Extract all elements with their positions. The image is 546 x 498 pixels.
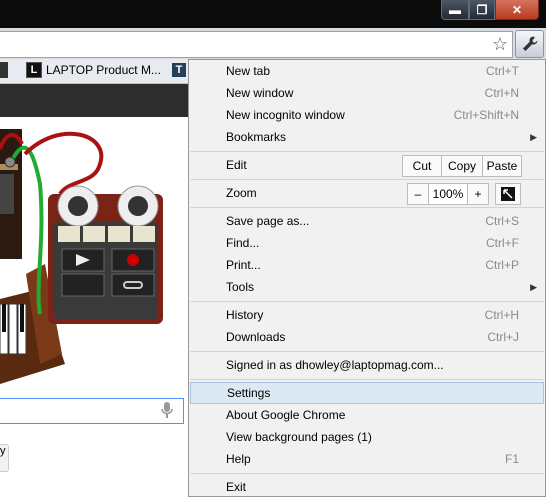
copy-button[interactable]: Copy: [441, 156, 482, 176]
window-titlebar: ▬ ❐ ✕: [0, 0, 546, 28]
laptop-favicon-icon: L: [26, 62, 42, 78]
menu-item-shortcut: Ctrl+H: [484, 308, 519, 322]
menu-item-shortcut: Ctrl+T: [486, 64, 519, 78]
search-button-partial[interactable]: y: [0, 444, 9, 472]
google-top-bar: [0, 84, 188, 117]
menu-item-about-google-chrome[interactable]: About Google Chrome: [189, 404, 545, 426]
bookmark-star-icon[interactable]: ☆: [492, 34, 508, 54]
menu-item-label: Find...: [226, 236, 260, 250]
menu-item-print[interactable]: Print... Ctrl+P: [189, 254, 545, 276]
google-search-input[interactable]: [0, 398, 184, 424]
menu-item-label: About Google Chrome: [226, 408, 346, 422]
menu-item-label: View background pages (1): [226, 430, 372, 444]
menu-item-bookmarks[interactable]: Bookmarks ▶: [189, 126, 545, 148]
menu-item-signed-in[interactable]: Signed in as dhowley@laptopmag.com...: [189, 354, 545, 376]
minimize-button[interactable]: ▬: [441, 0, 469, 20]
menu-item-label: History: [226, 308, 264, 322]
menu-item-label: Signed in as dhowley@laptopmag.com...: [226, 358, 444, 372]
menu-separator: [190, 301, 544, 302]
menu-item-settings[interactable]: Settings: [190, 382, 544, 404]
menu-item-downloads[interactable]: Downloads Ctrl+J: [189, 326, 545, 348]
zoom-level-value: 100%: [428, 184, 467, 204]
bookmark-favicon-partial: [0, 62, 8, 78]
menu-item-zoom: Zoom: [189, 182, 545, 204]
menu-separator: [190, 151, 544, 152]
menu-item-shortcut: Ctrl+J: [487, 330, 519, 344]
menu-item-label: Zoom: [226, 186, 257, 200]
maximize-button[interactable]: ❐: [469, 0, 495, 20]
menu-separator: [190, 179, 544, 180]
menu-item-label: Bookmarks: [226, 130, 287, 144]
menu-item-shortcut: Ctrl+P: [485, 258, 519, 272]
menu-item-label: New incognito window: [226, 108, 345, 122]
menu-item-label: Edit: [226, 158, 247, 172]
microphone-icon[interactable]: [161, 402, 173, 418]
zoom-in-button[interactable]: +: [467, 184, 488, 204]
bookmark-item[interactable]: L LAPTOP Product M...: [26, 62, 161, 78]
address-bar[interactable]: ☆: [0, 31, 513, 58]
page-content: y: [0, 84, 188, 497]
menu-item-find[interactable]: Find... Ctrl+F: [189, 232, 545, 254]
edit-button-group: Cut Copy Paste: [402, 155, 522, 177]
fullscreen-icon: [501, 187, 515, 201]
zoom-button-group: – 100% +: [407, 183, 489, 205]
window-controls: ▬ ❐ ✕: [441, 0, 539, 20]
menu-item-tools[interactable]: Tools ▶: [189, 276, 545, 298]
menu-item-shortcut: Ctrl+F: [486, 236, 519, 250]
menu-separator: [190, 351, 544, 352]
menu-item-label: Exit: [226, 480, 247, 494]
menu-item-history[interactable]: History Ctrl+H: [189, 304, 545, 326]
wrench-menu-button[interactable]: [515, 30, 544, 58]
menu-item-label: Settings: [227, 386, 271, 400]
submenu-arrow-icon: ▶: [530, 132, 537, 142]
menu-item-shortcut: Ctrl+S: [485, 214, 519, 228]
bookmark-label: LAPTOP Product M...: [46, 63, 161, 77]
zoom-out-button[interactable]: –: [408, 184, 428, 204]
menu-separator: [190, 207, 544, 208]
menu-item-label: Save page as...: [226, 214, 310, 228]
menu-item-new-incognito-window[interactable]: New incognito window Ctrl+Shift+N: [189, 104, 545, 126]
menu-item-label: Print...: [226, 258, 261, 272]
menu-item-shortcut: Ctrl+Shift+N: [453, 108, 519, 122]
chrome-main-menu: New tab Ctrl+T New window Ctrl+N New inc…: [188, 59, 546, 497]
menu-item-label: New tab: [226, 64, 271, 78]
fullscreen-button[interactable]: [495, 183, 521, 205]
menu-separator: [190, 473, 544, 474]
menu-item-label: New window: [226, 86, 294, 100]
paste-button[interactable]: Paste: [482, 156, 521, 176]
menu-item-label: Tools: [226, 280, 255, 294]
menu-item-shortcut: Ctrl+N: [484, 86, 519, 100]
menu-item-label: Downloads: [226, 330, 286, 344]
browser-toolbar: ☆: [0, 28, 546, 59]
menu-item-help[interactable]: Help F1: [189, 448, 545, 470]
menu-item-new-window[interactable]: New window Ctrl+N: [189, 82, 545, 104]
menu-separator: [190, 379, 544, 380]
close-window-button[interactable]: ✕: [495, 0, 539, 20]
menu-item-label: Help: [226, 452, 251, 466]
wrench-icon: [522, 36, 538, 51]
next-bookmark-favicon-icon[interactable]: T: [172, 63, 186, 77]
google-doodle-synthesizer[interactable]: [0, 124, 188, 394]
menu-item-view-background-pages[interactable]: View background pages (1): [189, 426, 545, 448]
cut-button[interactable]: Cut: [403, 156, 441, 176]
menu-item-save-page-as[interactable]: Save page as... Ctrl+S: [189, 210, 545, 232]
submenu-arrow-icon: ▶: [530, 282, 537, 292]
menu-item-exit[interactable]: Exit: [189, 476, 545, 498]
menu-item-new-tab[interactable]: New tab Ctrl+T: [189, 60, 545, 82]
menu-item-shortcut: F1: [504, 452, 519, 466]
